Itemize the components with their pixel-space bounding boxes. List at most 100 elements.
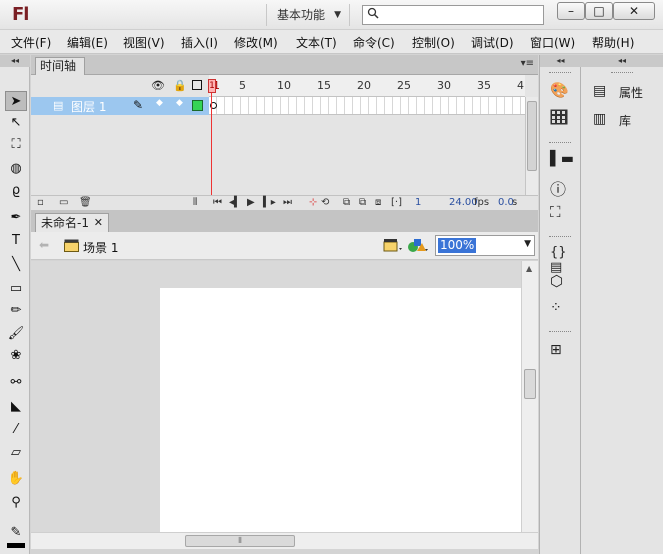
deco-tool-icon[interactable]: ❀ [5,346,27,366]
current-frame-readout[interactable]: 1 [415,197,421,208]
collapse-tools-button[interactable]: ◂◂ [0,55,30,67]
collapse-panels-button[interactable]: ◂◂ [581,55,663,67]
panel-group-grip[interactable] [549,331,571,334]
loop-icon[interactable]: ⟲ [321,197,329,208]
paint-bucket-tool-icon[interactable]: ◣ [5,397,27,417]
menu-view[interactable]: 视图(V) [123,34,165,51]
stage-horizontal-scrollbar[interactable]: ⦀ [31,532,538,549]
components-panel-icon[interactable]: ⬡ [550,272,572,294]
layer-row[interactable]: ▤ 图层 1 ✎ ◆ ◆ [31,97,209,115]
motion-presets-icon[interactable]: ⁘ [550,300,572,322]
project-panel-icon[interactable]: ⊞ [550,342,572,364]
outline-icon[interactable] [192,80,202,90]
hand-tool-icon[interactable]: ✋ [5,469,27,489]
modify-markers-icon[interactable]: [·] [391,197,402,208]
lasso-tool-icon[interactable]: ϱ [5,181,27,201]
edit-scene-icon[interactable] [383,237,403,253]
minimize-button[interactable]: – [557,2,585,20]
eyedropper-tool-icon[interactable]: ⁄ [5,420,27,440]
menu-text[interactable]: 文本(T) [296,34,337,51]
code-snippets-icon[interactable]: {}▤ [550,245,572,275]
tab-document[interactable]: 未命名-1 ✕ [35,213,109,232]
panel-group-grip[interactable] [549,72,571,75]
menu-window[interactable]: 窗口(W) [530,34,575,51]
back-arrow-icon[interactable]: ⬅ [39,238,49,252]
timeline-vertical-scrollbar[interactable] [525,97,538,195]
visibility-dot[interactable]: ◆ [156,98,163,108]
scroll-up-icon[interactable]: ▲ [526,264,532,273]
lock-icon[interactable]: 🔒 [173,79,187,92]
onion-skin-icon[interactable]: ⧉ [343,197,350,208]
frames-row[interactable] [209,97,525,115]
scrollbar-thumb[interactable] [527,101,537,171]
scene-label[interactable]: 场景 1 [83,239,118,256]
menu-help[interactable]: 帮助(H) [592,34,634,51]
playhead[interactable]: 1 [208,79,216,93]
tab-timeline[interactable]: 时间轴 [35,57,85,75]
collapse-dock-button[interactable]: ◂◂ [540,55,581,67]
pen-tool-icon[interactable]: ✒ [5,208,27,228]
onion-skin-outlines-icon[interactable]: ⧉ [359,197,366,208]
go-to-first-frame-icon[interactable]: ⏮ [213,197,222,208]
pasteboard[interactable] [31,261,521,532]
eye-icon[interactable]: 👁 [151,79,165,92]
zoom-value[interactable]: 100% [438,238,477,253]
step-forward-icon[interactable]: ▍▸ [263,197,276,208]
scrollbar-thumb[interactable]: ⦀ [185,535,295,547]
chevron-down-icon[interactable]: ▼ [524,239,531,249]
color-panel-icon[interactable]: 🎨 [550,81,572,103]
scrollbar-thumb[interactable] [524,369,536,399]
new-layer-icon[interactable]: ▫ [37,197,44,208]
close-button[interactable]: ✕ [613,2,655,20]
frame-ruler[interactable]: 1 5 10 15 20 25 30 35 4 [209,75,525,97]
menu-modify[interactable]: 修改(M) [234,34,278,51]
panel-group-grip[interactable] [549,236,571,239]
stage-vertical-scrollbar[interactable]: ▲ [521,261,538,532]
menu-file[interactable]: 文件(F) [11,34,51,51]
selection-tool-icon[interactable]: ➤ [5,91,27,111]
panel-group-grip[interactable] [549,142,571,145]
zoom-select[interactable]: 100% ▼ [435,235,535,256]
stroke-color-swatch[interactable] [7,543,25,548]
help-search-input[interactable] [362,5,544,25]
bone-tool-icon[interactable]: ⚯ [5,373,27,393]
maximize-button[interactable]: □ [585,2,613,20]
edit-multiple-frames-icon[interactable]: ⧈ [375,197,381,208]
play-icon[interactable]: ▶ [247,197,255,208]
trash-icon[interactable]: 🗑 [79,197,92,208]
transform-panel-icon[interactable]: ⛶ [550,203,572,225]
step-back-icon[interactable]: ◂▍ [229,197,242,208]
eraser-tool-icon[interactable]: ▱ [5,443,27,463]
menu-commands[interactable]: 命令(C) [353,34,395,51]
free-transform-tool-icon[interactable]: ⛶ [5,135,27,155]
zoom-tool-icon[interactable]: ⚲ [5,493,27,513]
stage[interactable] [160,288,521,532]
menu-edit[interactable]: 编辑(E) [67,34,108,51]
center-frame-icon[interactable]: ⊹ [309,197,317,208]
subselection-tool-icon[interactable]: ↖ [5,113,27,133]
info-panel-icon[interactable]: ⓘ [550,176,572,199]
3d-rotation-tool-icon[interactable]: ◍ [5,159,27,179]
menu-debug[interactable]: 调试(D) [471,34,514,51]
text-tool-icon[interactable]: T [5,231,27,251]
panel-menu-icon[interactable]: ▾≡ [521,58,534,69]
panel-group-grip[interactable] [611,72,633,75]
lock-dot[interactable]: ◆ [176,98,183,108]
workspace-switcher[interactable]: 基本功能 ▼ [266,4,350,26]
menu-insert[interactable]: 插入(I) [181,34,218,51]
close-icon[interactable]: ✕ [94,214,103,232]
divider-grip-icon[interactable]: ⫴ [193,197,197,208]
layer-color-swatch[interactable] [192,100,203,111]
pencil-tool-icon[interactable]: ✏ [5,301,27,321]
menu-control[interactable]: 控制(O) [412,34,455,51]
new-folder-icon[interactable]: ▭ [59,197,68,208]
align-panel-icon[interactable]: ▌▬ [550,151,574,173]
properties-panel-button[interactable]: ▤ 属性 [589,81,659,103]
go-to-last-frame-icon[interactable]: ⏭ [283,197,292,208]
edit-symbols-icon[interactable] [407,237,429,253]
line-tool-icon[interactable]: ╲ [5,255,27,275]
stroke-color-icon[interactable]: ✎ [5,523,27,543]
swatches-panel-icon[interactable] [550,109,572,131]
library-panel-button[interactable]: ▥ 库 [589,109,659,131]
rectangle-tool-icon[interactable]: ▭ [5,279,27,299]
